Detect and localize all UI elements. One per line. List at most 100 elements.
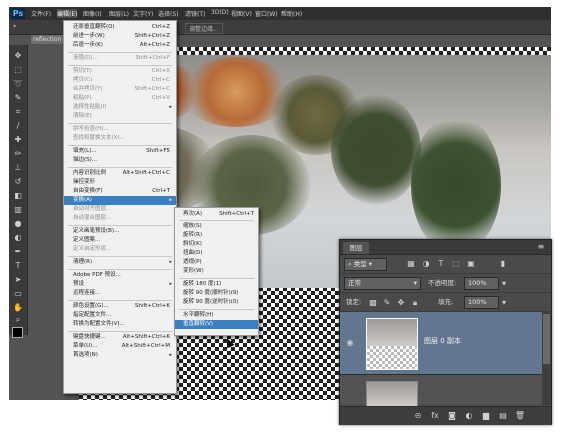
layers-scrollbar[interactable] — [542, 312, 551, 405]
move-tool-icon[interactable]: ✥ — [13, 51, 23, 61]
new-group-icon[interactable]: ▆ — [480, 410, 492, 422]
menu-window[interactable]: 窗口(W) — [255, 9, 278, 18]
menu-item-menus[interactable]: 菜单(U)... Alt+Shift+Ctrl+M — [64, 342, 176, 351]
eraser-tool-icon[interactable]: ◧ — [13, 191, 23, 201]
filter-kind-select[interactable]: ⌕ 类型 ▾ — [344, 258, 387, 271]
filter-type-icon[interactable]: T — [436, 258, 446, 269]
menu-3d[interactable]: 3D(D) — [211, 9, 229, 16]
menu-item-assign-profile[interactable]: 指定配置文件... — [64, 311, 176, 320]
filter-toggle-icon[interactable]: ▮ — [498, 258, 508, 269]
menu-item-clear[interactable]: 清除(E) — [64, 112, 176, 121]
delete-layer-icon[interactable]: 🗑︎ — [514, 410, 526, 422]
menu-item-remote-connections[interactable]: 远程连接... — [64, 289, 176, 298]
blur-tool-icon[interactable]: ● — [13, 219, 23, 229]
menu-item-puppet-warp[interactable]: 操控变形 — [64, 178, 176, 187]
menu-item-transform[interactable]: 变换(A) ▸ — [64, 196, 176, 205]
menu-item-fade[interactable]: 渐隐(D)... Shift+Ctrl+F — [64, 54, 176, 63]
menu-filter[interactable]: 滤镜(T) — [185, 9, 205, 18]
menu-item-auto-blend-layers[interactable]: 自动混合图层... — [64, 214, 176, 223]
menu-item-cut[interactable]: 剪切(T) Ctrl+X — [64, 67, 176, 76]
eyedropper-tool-icon[interactable]: ∕ — [13, 121, 23, 131]
dodge-tool-icon[interactable]: ◐ — [13, 233, 23, 243]
lock-image-icon[interactable]: ✎ — [382, 297, 392, 308]
panel-menu-icon[interactable]: ≡ — [536, 241, 546, 252]
submenu-item-scale[interactable]: 缩放(S) — [175, 222, 258, 231]
filter-adjustment-icon[interactable]: ◑ — [421, 258, 431, 269]
menu-item-define-brush-preset[interactable]: 定义画笔预设(B)... — [64, 227, 176, 236]
filter-pixel-icon[interactable]: ▦ — [406, 258, 416, 269]
menu-item-copy-merged[interactable]: 合并拷贝(Y) Shift+Ctrl+C — [64, 85, 176, 94]
shape-tool-icon[interactable]: ▭ — [13, 289, 23, 299]
submenu-item-rotate[interactable]: 旋转(R) — [175, 231, 258, 240]
menu-item-step-backward[interactable]: 后退一步(K) Alt+Ctrl+Z — [64, 41, 176, 50]
submenu-item-perspective[interactable]: 透视(P) — [175, 258, 258, 267]
fill-input[interactable]: 100% — [464, 296, 499, 309]
layer-row-selected[interactable]: ◉ 图层 0 副本 — [340, 312, 542, 375]
menu-item-purge[interactable]: 清理(R) ▸ — [64, 258, 176, 267]
menu-item-free-transform[interactable]: 自由变换(F) Ctrl+T — [64, 187, 176, 196]
submenu-item-warp[interactable]: 变形(W) — [175, 267, 258, 276]
lock-all-icon[interactable]: 🔒︎ — [410, 297, 420, 308]
submenu-item-rotate-90-cw[interactable]: 旋转 90 度(顺时针)(9) — [175, 289, 258, 298]
hand-tool-icon[interactable]: ✋ — [13, 303, 23, 313]
menu-item-keyboard-shortcuts[interactable]: 键盘快捷键... Alt+Shift+Ctrl+K — [64, 333, 176, 342]
menu-help[interactable]: 帮助(H) — [281, 9, 302, 18]
menu-select[interactable]: 选择(S) — [158, 9, 179, 18]
menu-item-define-pattern[interactable]: 定义图案... — [64, 236, 176, 245]
chevron-down-icon[interactable]: ▾ — [499, 278, 509, 289]
type-tool-icon[interactable]: T — [13, 261, 23, 271]
brush-tool-icon[interactable]: ✏ — [13, 149, 23, 159]
menu-item-undo[interactable]: 还原垂直翻转(O) Ctrl+Z — [64, 23, 176, 32]
gradient-tool-icon[interactable]: ▥ — [13, 205, 23, 215]
submenu-item-rotate-90-ccw[interactable]: 旋转 90 度(逆时针)(0) — [175, 298, 258, 307]
layer-mask-icon[interactable]: ◙ — [446, 410, 458, 422]
crop-tool-icon[interactable]: ⌗ — [13, 107, 23, 117]
menu-type[interactable]: 文字(Y) — [133, 9, 153, 18]
menu-item-paste-special[interactable]: 选择性粘贴(I) ▸ — [64, 103, 176, 112]
submenu-item-flip-vertical[interactable]: 垂直翻转(V) — [175, 320, 258, 329]
menu-item-presets[interactable]: 预设 ▸ — [64, 280, 176, 289]
quick-select-tool-icon[interactable]: ✎ — [13, 93, 23, 103]
menu-edit[interactable]: 编辑(E) — [57, 9, 78, 18]
menu-item-adobe-pdf-presets[interactable]: Adobe PDF 预设... — [64, 271, 176, 280]
foreground-color-swatch[interactable] — [12, 327, 23, 338]
menu-file[interactable]: 文件(F) — [31, 9, 51, 18]
menu-item-define-custom-shape[interactable]: 定义自定形状... — [64, 245, 176, 254]
menu-item-color-settings[interactable]: 颜色设置(G)... Shift+Ctrl+K — [64, 302, 176, 311]
adjustment-layer-icon[interactable]: ◐ — [463, 410, 475, 422]
menu-item-content-aware-scale[interactable]: 内容识别比例 Alt+Shift+Ctrl+C — [64, 169, 176, 178]
chevron-down-icon[interactable]: ▾ — [499, 297, 509, 308]
menu-item-find-replace[interactable]: 查找和替换文本(X)... — [64, 134, 176, 143]
menu-item-fill[interactable]: 填充(L)... Shift+F5 — [64, 147, 176, 156]
layer-name[interactable]: 图层 0 副本 — [424, 336, 461, 347]
menu-item-preferences[interactable]: 首选项(N) ▸ — [64, 351, 176, 360]
filter-shape-icon[interactable]: ⬚ — [451, 258, 461, 269]
menu-view[interactable]: 视图(V) — [231, 9, 252, 18]
lock-transparent-icon[interactable]: ▩ — [368, 297, 378, 308]
link-layers-icon[interactable]: ⊝ — [412, 410, 424, 422]
filter-smart-object-icon[interactable]: ▣ — [466, 258, 476, 269]
new-layer-icon[interactable]: ▤ — [497, 410, 509, 422]
tab-layers[interactable]: 图层 — [343, 242, 369, 254]
menu-image[interactable]: 图像(I) — [83, 9, 101, 18]
scrollbar-thumb[interactable] — [543, 314, 550, 364]
layer-row[interactable] — [340, 375, 542, 407]
menu-layer[interactable]: 图层(L) — [109, 9, 129, 18]
layer-style-icon[interactable]: fx — [429, 410, 441, 422]
refine-edge-button[interactable]: 调整边缘... — [185, 23, 223, 34]
menu-item-auto-align-layers[interactable]: 自动对齐图层... — [64, 205, 176, 214]
lock-position-icon[interactable]: ✥ — [396, 297, 406, 308]
zoom-tool-icon[interactable]: ⌕ — [13, 315, 23, 325]
marquee-tool-icon[interactable]: ⬚ — [13, 65, 23, 75]
menu-item-stroke[interactable]: 描边(S)... — [64, 156, 176, 165]
submenu-item-flip-horizontal[interactable]: 水平翻转(H) — [175, 311, 258, 320]
opacity-input[interactable]: 100% — [464, 277, 499, 290]
path-select-tool-icon[interactable]: ➤ — [13, 275, 23, 285]
submenu-item-distort[interactable]: 扭曲(D) — [175, 249, 258, 258]
pen-tool-icon[interactable]: ✒ — [13, 247, 23, 257]
menu-item-paste[interactable]: 粘贴(P) Ctrl+V — [64, 94, 176, 103]
history-brush-tool-icon[interactable]: ↺ — [13, 177, 23, 187]
submenu-item-skew[interactable]: 斜切(K) — [175, 240, 258, 249]
tool-preset-icon[interactable]: ⌖ — [13, 23, 16, 31]
menu-item-copy[interactable]: 拷贝(C) Ctrl+C — [64, 76, 176, 85]
